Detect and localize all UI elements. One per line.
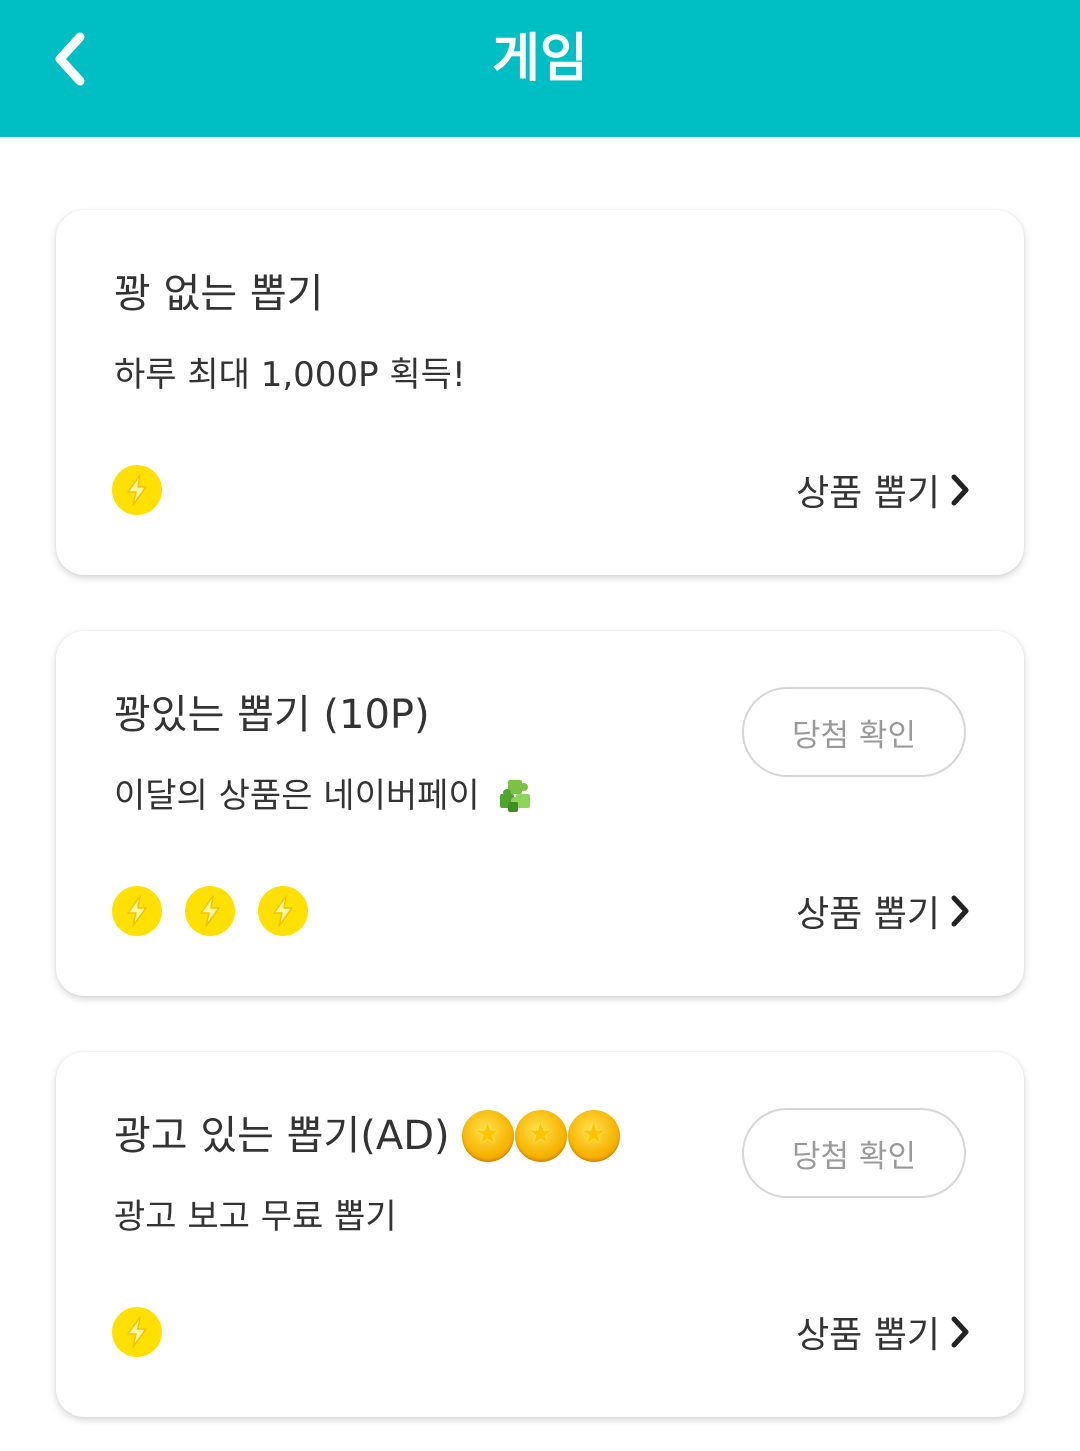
energy-indicators [112, 886, 308, 936]
card-subtitle: 하루 최대 1,000P 획득! [114, 355, 466, 395]
game-card-ad-draw: 광고 있는 뽑기(AD) 광고 보고 무료 뽑기 당첨 확인 상품 뽑기 [56, 1052, 1024, 1417]
card-title: 광고 있는 뽑기(AD) [114, 1110, 621, 1162]
game-card-blank-draw: 꽝있는 뽑기 (10P) 이달의 상품은 네이버페이 당첨 확인 상품 뽑기 [56, 631, 1024, 996]
game-card-no-blank-draw: 꽝 없는 뽑기 하루 최대 1,000P 획득! 상품 뽑기 [56, 210, 1024, 575]
check-win-button[interactable]: 당첨 확인 [742, 687, 966, 777]
card-subtitle: 이달의 상품은 네이버페이 [114, 773, 538, 819]
chevron-right-icon [951, 474, 969, 506]
energy-indicators [112, 465, 162, 515]
draw-prize-button[interactable]: 상품 뽑기 [796, 1307, 970, 1357]
card-title: 꽝 없는 뽑기 [114, 271, 324, 317]
card-subtitle-text: 이달의 상품은 네이버페이 [114, 776, 480, 816]
card-title-text: 광고 있는 뽑기(AD) [114, 1113, 450, 1159]
draw-prize-button[interactable]: 상품 뽑기 [796, 886, 970, 936]
chevron-right-icon [951, 895, 969, 927]
draw-prize-button[interactable]: 상품 뽑기 [796, 465, 970, 515]
coin-icon [514, 1110, 567, 1162]
coins-group [461, 1110, 621, 1162]
card-title: 꽝있는 뽑기 (10P) [114, 692, 430, 738]
draw-prize-label: 상품 뽑기 [796, 894, 940, 935]
lightning-icon [112, 1307, 162, 1357]
card-subtitle: 광고 보고 무료 뽑기 [114, 1197, 397, 1237]
puzzle-piece-icon [494, 776, 538, 816]
page-title: 게임 [492, 29, 588, 89]
lightning-icon [112, 465, 162, 515]
chevron-right-icon [951, 1316, 969, 1348]
draw-prize-label: 상품 뽑기 [796, 473, 940, 514]
lightning-icon [112, 886, 162, 936]
coin-icon [567, 1110, 620, 1162]
energy-indicators [112, 1307, 162, 1357]
draw-prize-label: 상품 뽑기 [796, 1315, 940, 1356]
check-win-button[interactable]: 당첨 확인 [742, 1108, 966, 1198]
coin-icon [461, 1110, 514, 1162]
app-header: 게임 [0, 0, 1080, 137]
lightning-icon [258, 886, 308, 936]
lightning-icon [185, 886, 235, 936]
